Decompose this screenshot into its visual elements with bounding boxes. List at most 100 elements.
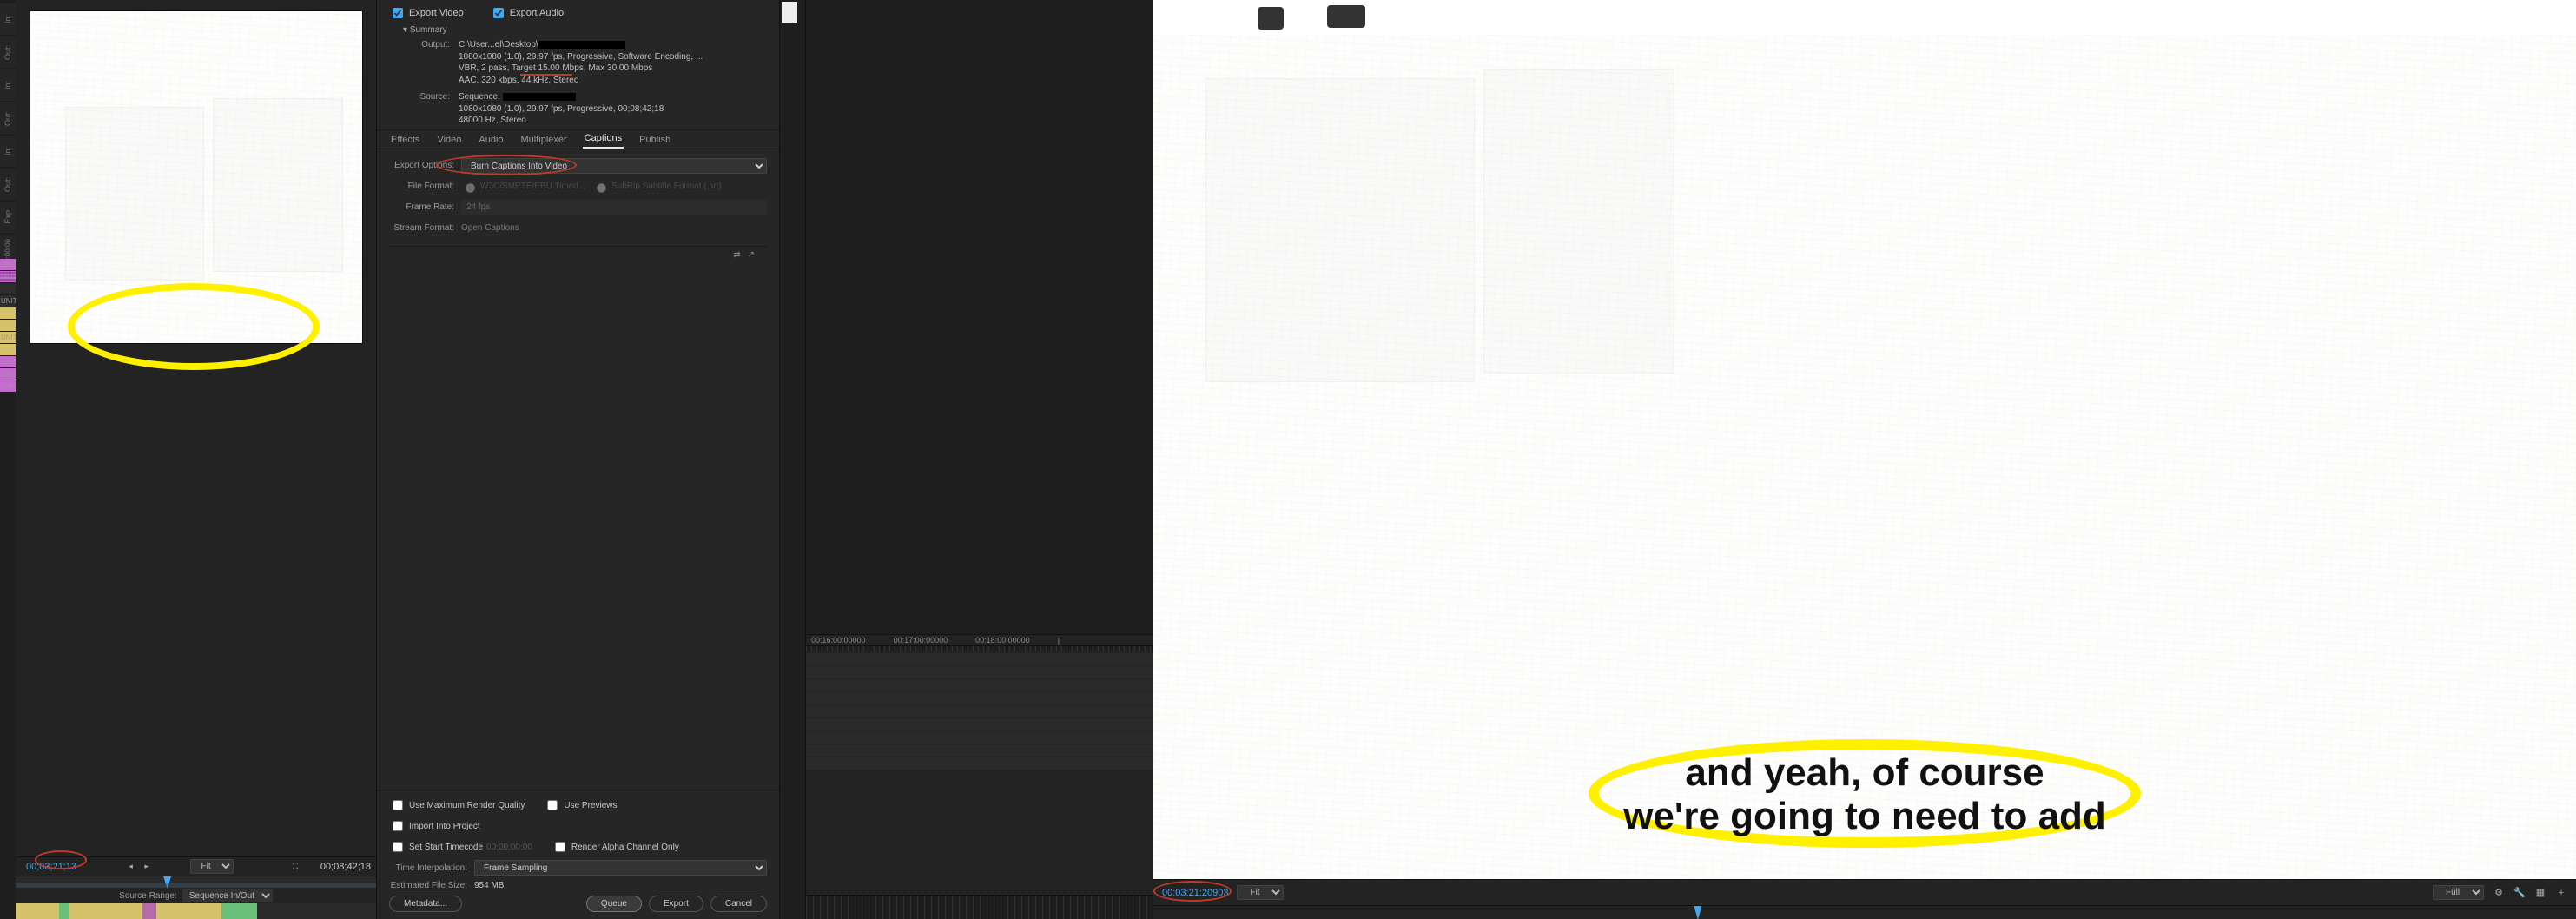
export-settings-panel: Export Video Export Audio ▾ Summary Outp… [376,0,780,919]
track-label[interactable]: UNIT [0,332,17,344]
edge-tab[interactable]: In: [0,3,16,35]
time-interp-label: Time Interpolation: [389,863,467,873]
annotation-red-underline [520,74,572,76]
stream-format-label: Stream Format: [389,223,454,233]
cancel-button[interactable]: Cancel [710,896,767,912]
mini-timeline[interactable] [16,903,376,919]
est-size-value: 954 MB [474,881,504,890]
render-alpha-checkbox[interactable]: Render Alpha Channel Only [552,839,679,855]
program-fit-dropdown[interactable]: Fit [1237,885,1284,900]
timeline-tracks[interactable] [806,651,1153,895]
track-row[interactable] [806,679,1153,691]
program-video-frame[interactable]: and yeah, of course we're going to need … [1153,35,2576,879]
page-thumb-icon[interactable] [782,2,797,23]
tab-effects[interactable]: Effects [389,135,421,149]
tab-multiplexer[interactable]: Multiplexer [519,135,569,149]
caption-line-2: we're going to need to add [1623,795,2106,837]
link-icon[interactable]: ⇄ [733,250,740,260]
max-render-checkbox[interactable]: Use Maximum Render Quality [389,797,525,813]
monitor-top-edge [1153,0,2576,35]
use-previews-checkbox[interactable]: Use Previews [544,797,617,813]
source-range-dropdown[interactable]: Sequence In/Out [182,889,273,902]
fit-dropdown[interactable]: Fit [190,859,234,874]
export-options-label: Export Options: [389,161,454,170]
tab-publish[interactable]: Publish [637,135,672,149]
track-row[interactable] [806,692,1153,704]
source-range-row: Source Range: Sequence In/Out [16,888,376,903]
left-edge-toolbar: In: Out: In: Out: In: Out: Exp 0:00:00 -… [0,0,16,919]
summary-toggle[interactable]: ▾ Summary [377,23,779,36]
stream-format-value: Open Captions [461,222,519,235]
import-project-checkbox[interactable]: Import Into Project [389,818,480,834]
preview-viewport[interactable] [16,0,376,856]
export-options-dropdown[interactable]: Burn Captions Into Video [461,158,767,174]
crop-icon[interactable]: ⛶ [293,862,303,872]
track-row[interactable] [806,666,1153,678]
track-label[interactable]: -25-1 [0,368,17,380]
export-video-checkbox[interactable]: Export Video [389,5,464,21]
caption-line-1: and yeah, of course [1685,751,2044,794]
queue-button[interactable]: Queue [586,896,642,912]
timeline-ruler[interactable]: 00:16:00:00000 00:17:00:00000 00:18:00:0… [806,634,1153,646]
track-label[interactable]: UNIT [0,380,17,393]
edge-tab[interactable]: Exp [0,202,16,233]
metadata-button[interactable]: Metadata... [389,896,462,912]
track-label[interactable] [0,307,17,320]
obscured-shape [1327,5,1365,28]
output-label: Output: [389,39,450,50]
tab-audio[interactable]: Audio [477,135,505,149]
track-row[interactable] [806,718,1153,731]
track-label[interactable] [0,320,17,332]
track-row[interactable] [806,731,1153,744]
end-timecode: 00;08;42;18 [320,862,371,872]
edge-tab[interactable]: Out: [0,36,16,68]
track-row[interactable] [806,757,1153,770]
current-timecode[interactable]: 00;03;21;13 [21,861,82,873]
next-frame-icon[interactable]: ▸ [144,862,155,872]
track-label[interactable]: -25-1 [0,259,17,271]
edge-tab[interactable]: Out: [0,102,16,134]
tab-captions[interactable]: Captions [583,133,624,149]
export-button[interactable]: Export [649,896,703,912]
scrub-bar[interactable] [16,876,376,888]
set-start-tc-checkbox[interactable]: Set Start Timecode 00;00;00;00 [389,839,532,855]
track-row[interactable] [806,744,1153,757]
edge-tab[interactable]: In: [0,69,16,101]
track-label[interactable]: UNIT [0,295,17,307]
timeline-panel-mid: 00:16:00:00000 00:17:00:00000 00:18:00:0… [806,0,1153,919]
track-label[interactable] [0,283,17,295]
track-row[interactable] [806,705,1153,717]
est-size-label: Estimated File Size: [389,881,467,890]
redacted-bar [503,93,576,101]
edge-tab[interactable]: Out: [0,169,16,200]
caption-overlay: and yeah, of course we're going to need … [1623,751,2106,839]
program-scrub-bar[interactable] [1153,905,2576,919]
ruler-mark: 00:16:00:00000 [811,636,866,645]
share-icon[interactable]: ↗ [748,250,755,260]
source-value: Sequence, 1080x1080 (1.0), 29.97 fps, Pr… [459,91,664,127]
track-label[interactable] [0,344,17,356]
program-resolution-dropdown[interactable]: Full [2433,885,2484,900]
settings-icon[interactable]: ⚙ [2493,887,2505,899]
tab-video[interactable]: Video [435,135,463,149]
track-row[interactable] [806,653,1153,665]
wrench-icon[interactable]: 🔧 [2513,887,2526,899]
frame-rate-label: Frame Rate: [389,202,454,212]
bottom-ruler[interactable] [806,895,1153,919]
program-controls: 00:03:21:20903 Fit Full ⚙ 🔧 ▦ + [1153,879,2576,905]
output-value[interactable]: C:\User...el\Desktop\ 1080x1080 (1.0), 2… [459,39,703,86]
prev-frame-icon[interactable]: ◂ [129,862,139,872]
program-timecode[interactable]: 00:03:21:20903 [1162,888,1228,898]
time-interp-dropdown[interactable]: Frame Sampling [474,860,767,876]
panel-divider[interactable] [780,0,806,919]
export-audio-checkbox[interactable]: Export Audio [490,5,564,21]
export-tabs: Effects Video Audio Multiplexer Captions… [377,130,779,149]
track-label[interactable]: UNIT [0,271,17,283]
track-label[interactable]: -25-1 [0,356,17,368]
edge-tab[interactable]: In: [0,136,16,167]
obscured-shape [1258,7,1284,30]
program-playhead-icon[interactable] [1694,906,1701,919]
grid-icon[interactable]: ▦ [2534,887,2546,899]
preview-video-frame [30,10,363,344]
plus-icon[interactable]: + [2555,887,2567,899]
